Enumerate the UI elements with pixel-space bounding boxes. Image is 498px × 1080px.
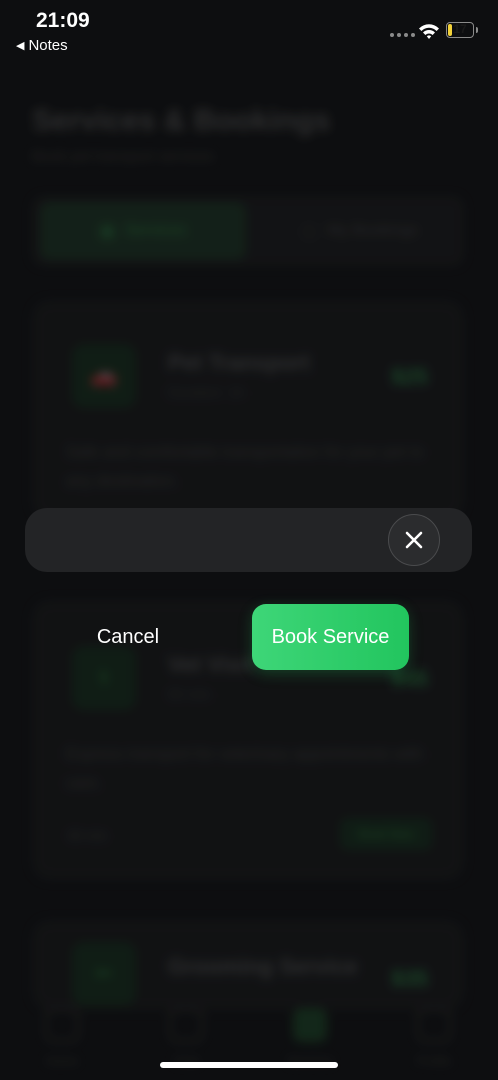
wifi-icon — [419, 24, 439, 39]
cellular-signal-icon — [390, 33, 415, 37]
home-indicator[interactable] — [160, 1062, 338, 1068]
battery-level: 17 — [453, 22, 467, 36]
status-time: 21:09 — [36, 9, 90, 32]
back-label: Notes — [28, 37, 68, 54]
battery-icon: 17 — [446, 22, 474, 38]
back-triangle-icon: ◀ — [16, 40, 25, 52]
close-icon — [405, 531, 423, 549]
back-to-notes-link[interactable]: ◀ Notes — [16, 37, 68, 54]
book-service-button[interactable]: Book Service — [252, 604, 409, 670]
close-button[interactable] — [388, 514, 440, 566]
cancel-button[interactable]: Cancel — [80, 606, 176, 668]
